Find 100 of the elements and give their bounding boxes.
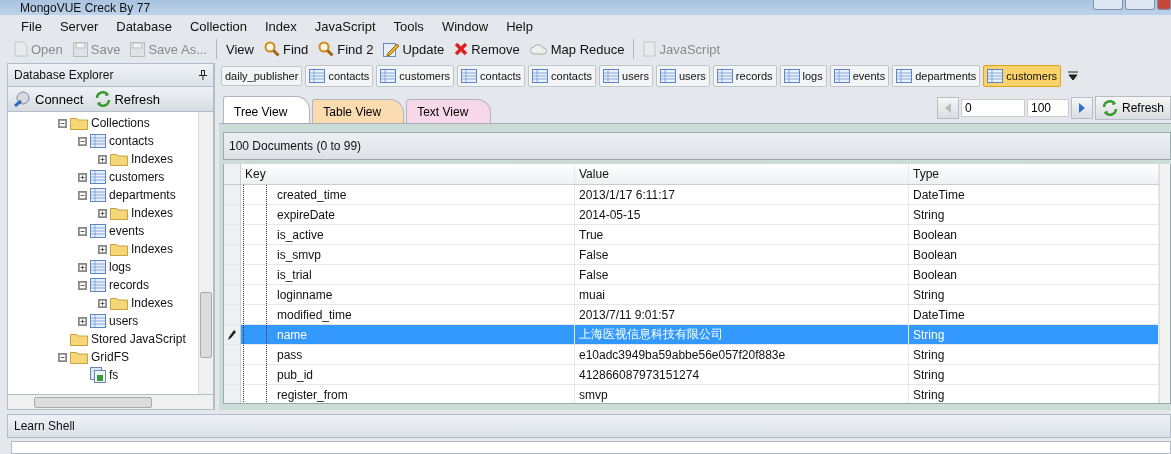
toolbar-button[interactable]: Find 2 bbox=[314, 39, 378, 59]
expand-toggle[interactable] bbox=[98, 298, 107, 308]
collection-tab[interactable]: customers bbox=[376, 65, 455, 87]
right-arrow-icon bbox=[1077, 102, 1086, 114]
collapse-toggle[interactable] bbox=[58, 352, 67, 362]
value-cell: 2013/7/11 9:01:57 bbox=[575, 305, 909, 324]
menu-item[interactable]: Window bbox=[432, 18, 498, 34]
document-row[interactable]: created_time 2013/1/17 6:11:17 DateTime bbox=[224, 185, 1159, 205]
collection-tab[interactable]: daily_publisher bbox=[221, 66, 303, 86]
tree-item[interactable]: Collections bbox=[91, 116, 150, 130]
menu-item[interactable]: File bbox=[12, 18, 51, 34]
menu-item[interactable]: Server bbox=[50, 18, 108, 34]
table-icon bbox=[987, 69, 1004, 83]
collapse-toggle[interactable] bbox=[78, 226, 87, 236]
tree-item[interactable]: fs bbox=[109, 368, 119, 382]
tree-item[interactable]: records bbox=[109, 278, 149, 292]
skip-field[interactable]: 0 bbox=[960, 99, 1025, 117]
collection-tab[interactable]: users bbox=[655, 65, 710, 87]
shell-input[interactable] bbox=[11, 441, 1171, 454]
refresh-button[interactable]: Refresh bbox=[1094, 96, 1171, 120]
tree-item[interactable]: logs bbox=[109, 260, 131, 274]
maximize-button[interactable] bbox=[1125, 0, 1155, 10]
connect-button[interactable]: Connect bbox=[8, 89, 90, 109]
folder-icon bbox=[70, 116, 88, 130]
collection-tab[interactable]: logs bbox=[779, 65, 827, 87]
column-header[interactable]: Key bbox=[241, 164, 575, 184]
document-row[interactable]: pub_id 412866087973151274 String bbox=[224, 365, 1159, 385]
menu-item[interactable]: Index bbox=[256, 18, 306, 34]
limit-field[interactable]: 100 bbox=[1026, 99, 1069, 117]
previous-button[interactable] bbox=[936, 97, 959, 119]
expand-toggle[interactable] bbox=[98, 244, 107, 254]
menu-item[interactable]: Collection bbox=[180, 18, 256, 34]
document-row[interactable]: pass e10adc3949ba59abbe56e057f20f883e String bbox=[224, 345, 1159, 365]
table-icon bbox=[90, 278, 106, 292]
toolbar-button[interactable]: View bbox=[222, 39, 258, 59]
expand-toggle[interactable] bbox=[98, 154, 107, 164]
scrollbar[interactable] bbox=[1159, 164, 1170, 403]
collection-tab[interactable]: events bbox=[829, 65, 890, 87]
pin-icon[interactable] bbox=[199, 70, 207, 80]
collapse-toggle[interactable] bbox=[78, 136, 87, 146]
view-tab[interactable]: Text View bbox=[406, 99, 492, 123]
menu-item[interactable]: Tools bbox=[384, 18, 433, 34]
document-row[interactable]: loginname muai String bbox=[224, 285, 1159, 305]
table-icon bbox=[659, 69, 676, 83]
menu-item[interactable]: JavaScript bbox=[305, 18, 385, 34]
expand-toggle[interactable] bbox=[78, 262, 87, 272]
tree-item[interactable]: customers bbox=[109, 170, 165, 184]
table-icon bbox=[461, 69, 478, 83]
collection-tab[interactable]: records bbox=[712, 65, 777, 87]
collapse-toggle[interactable] bbox=[58, 118, 67, 128]
tree-item[interactable]: Indexes bbox=[131, 242, 174, 256]
expand-toggle[interactable] bbox=[78, 316, 87, 326]
document-row[interactable]: is_smvp False Boolean bbox=[224, 245, 1159, 265]
key-cell-text: expireDate bbox=[276, 207, 336, 222]
toolbar-button[interactable]: Update bbox=[379, 39, 449, 59]
scrollbar[interactable] bbox=[198, 112, 213, 394]
tree-item[interactable]: events bbox=[109, 224, 145, 238]
document-row[interactable]: register_from smvp String bbox=[224, 385, 1159, 403]
key-cell-text: name bbox=[276, 327, 308, 342]
row-header[interactable] bbox=[224, 325, 241, 344]
tree-item[interactable]: Indexes bbox=[131, 296, 174, 310]
toolbar-button[interactable]: Find bbox=[259, 39, 313, 59]
collection-tab[interactable]: customers bbox=[983, 65, 1062, 87]
expand-toggle[interactable] bbox=[78, 172, 87, 182]
tree-item[interactable]: contacts bbox=[109, 134, 154, 148]
collection-tab[interactable]: contacts bbox=[528, 65, 597, 87]
tree-item[interactable]: Stored JavaScript bbox=[91, 332, 186, 346]
toolbar-button[interactable]: Map Reduce bbox=[525, 39, 629, 59]
toolbar-button[interactable]: Remove bbox=[450, 39, 524, 59]
collection-tab[interactable]: contacts bbox=[305, 65, 374, 87]
view-tab[interactable]: Table View bbox=[312, 99, 405, 123]
tree-item[interactable]: Indexes bbox=[131, 206, 174, 220]
tree-item[interactable]: GridFS bbox=[91, 350, 129, 364]
column-header[interactable]: Value bbox=[575, 164, 909, 184]
collapse-toggle[interactable] bbox=[78, 190, 87, 200]
expand-toggle[interactable] bbox=[98, 208, 107, 218]
refresh-button[interactable]: Refresh bbox=[89, 89, 166, 109]
collection-tab[interactable]: contacts bbox=[457, 65, 526, 87]
menu-item[interactable]: Database bbox=[107, 18, 181, 34]
table-icon bbox=[309, 69, 326, 83]
collection-tab[interactable]: departments bbox=[892, 65, 981, 87]
menu-item[interactable]: Help bbox=[497, 18, 542, 34]
close-button[interactable] bbox=[1157, 0, 1171, 10]
key-cell-text: is_smvp bbox=[276, 247, 321, 262]
value-cell: 412866087973151274 bbox=[575, 365, 909, 384]
collection-tab[interactable]: users bbox=[599, 65, 653, 87]
document-row[interactable]: is_active True Boolean bbox=[224, 225, 1159, 245]
tree-item[interactable]: Indexes bbox=[131, 152, 174, 166]
overflow-icon[interactable] bbox=[1068, 71, 1079, 81]
collapse-toggle[interactable] bbox=[78, 280, 87, 290]
view-tab[interactable]: Tree View bbox=[223, 96, 311, 123]
document-row[interactable]: is_trial False Boolean bbox=[224, 265, 1159, 285]
folder-icon bbox=[110, 296, 128, 310]
tree-item[interactable]: departments bbox=[109, 188, 176, 202]
scrollbar[interactable] bbox=[7, 395, 214, 410]
document-row[interactable]: expireDate 2014-05-15 String bbox=[224, 205, 1159, 225]
next-button[interactable] bbox=[1070, 97, 1093, 119]
edit-icon bbox=[383, 41, 400, 57]
tree-item[interactable]: users bbox=[109, 314, 139, 328]
minimize-button[interactable] bbox=[1093, 0, 1123, 10]
